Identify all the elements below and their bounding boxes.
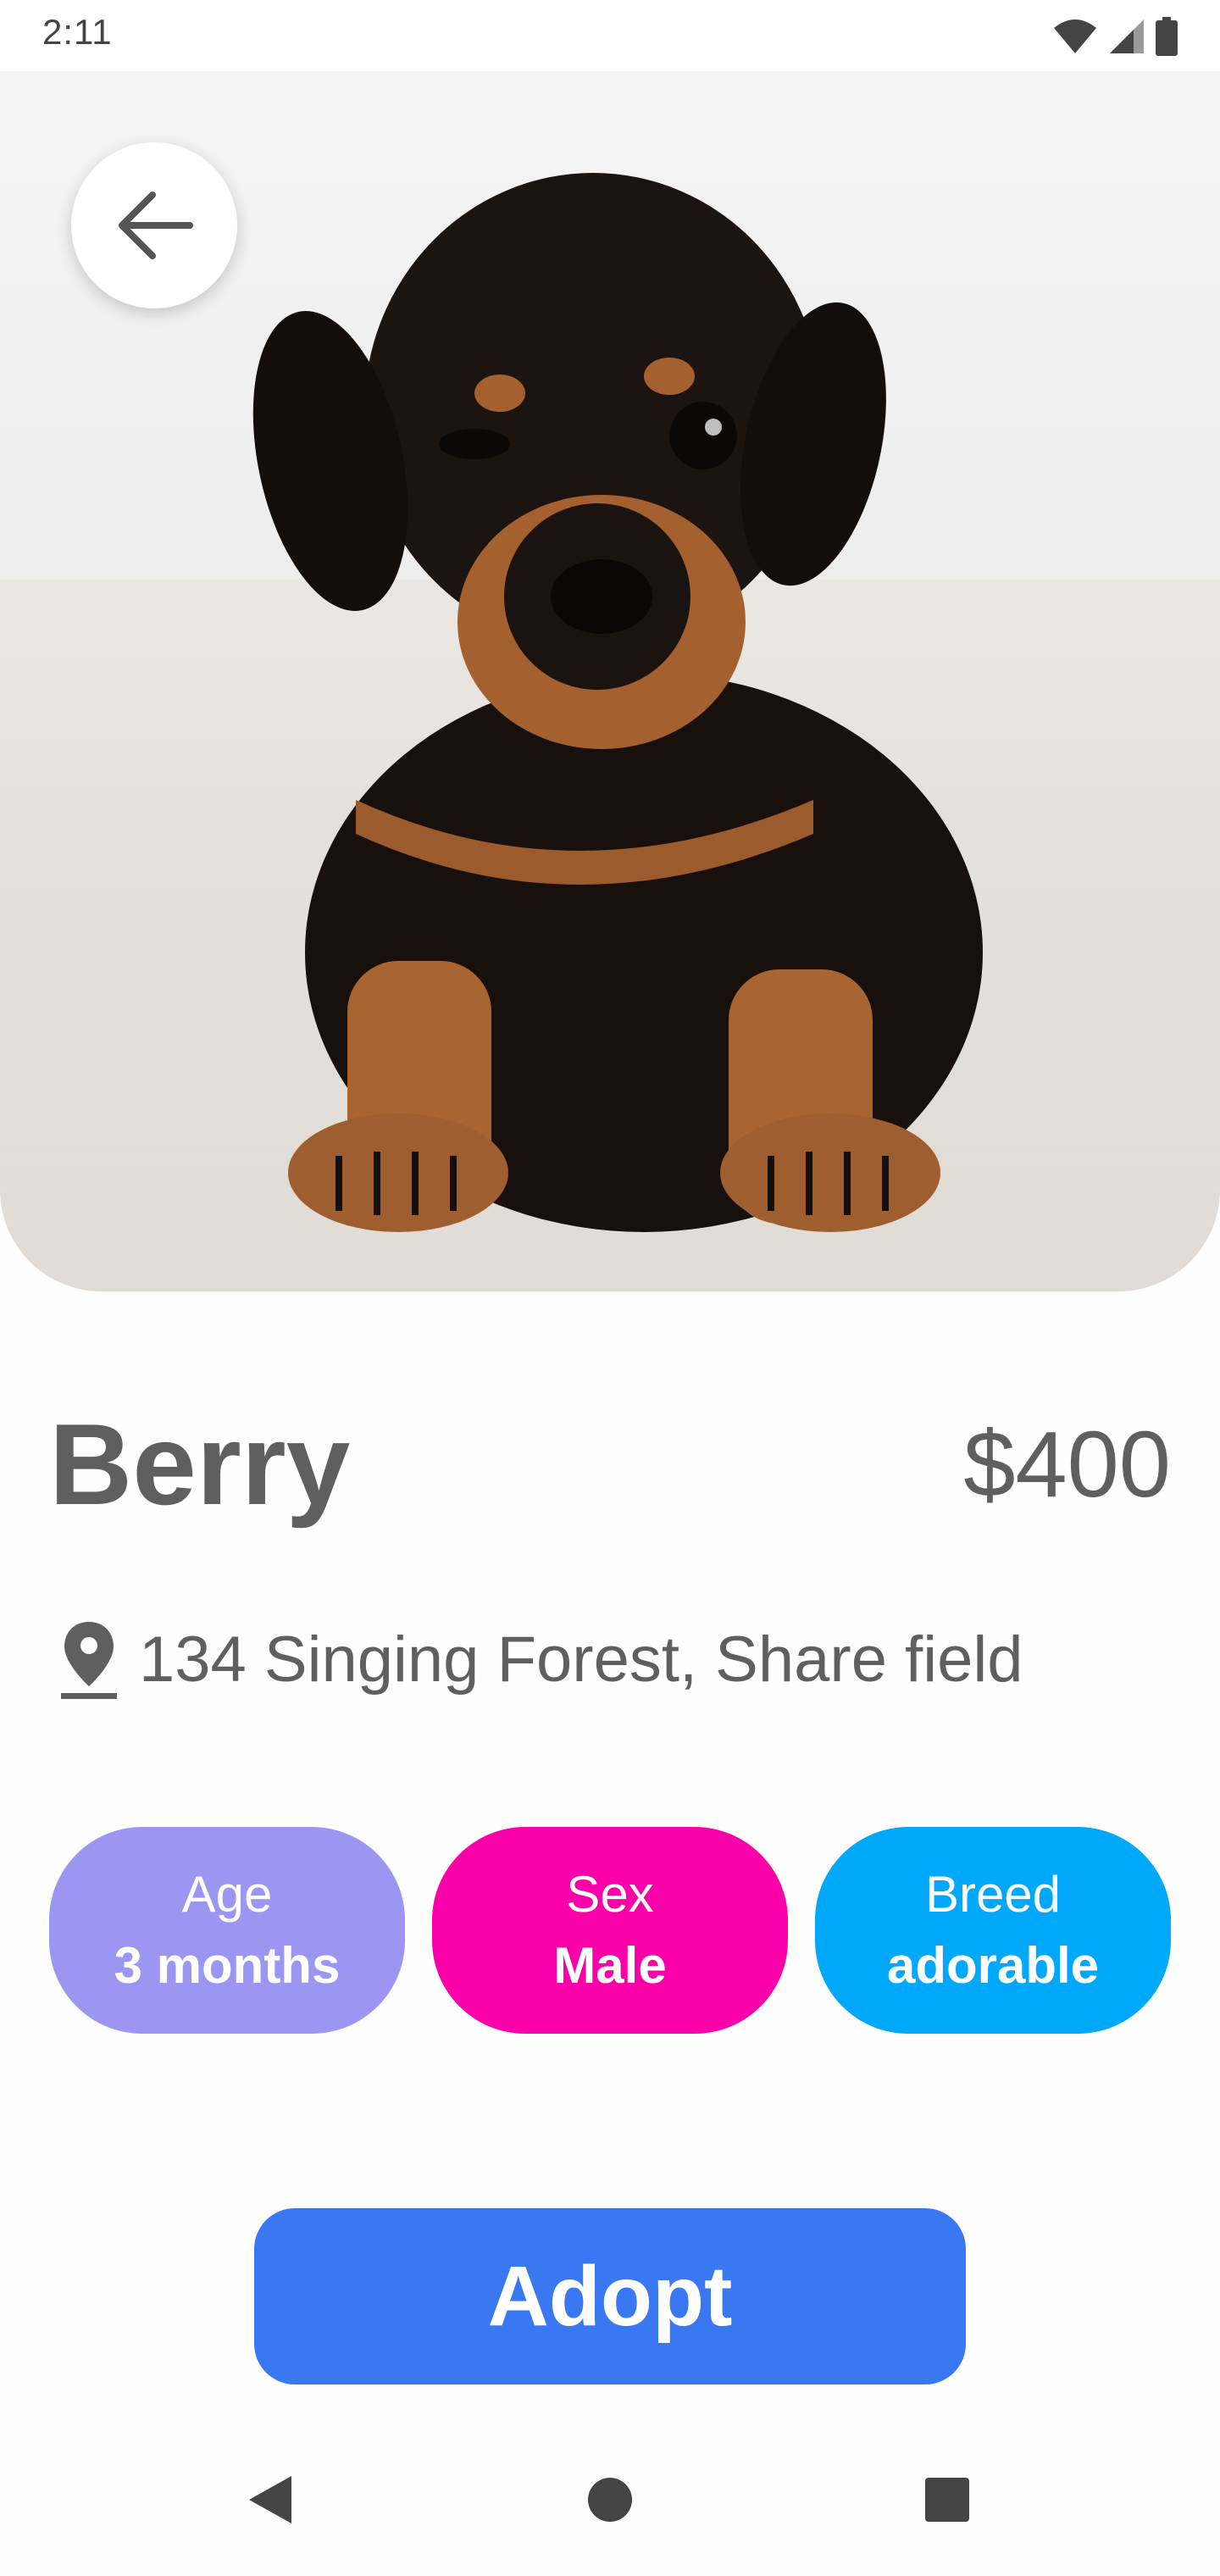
- sex-label: Sex: [566, 1866, 654, 1923]
- age-chip: Age 3 months: [49, 1827, 405, 2034]
- location-text: 134 Singing Forest, Share field: [139, 1623, 1023, 1696]
- location-pin-icon: [61, 1622, 117, 1699]
- pet-price: $400: [963, 1413, 1171, 1517]
- breed-value: adorable: [886, 1937, 1100, 1994]
- info-chips: Age 3 months Sex Male Breed adorable: [49, 1827, 1171, 2034]
- signal-icon: [1110, 19, 1144, 53]
- sex-value: Male: [553, 1937, 667, 1994]
- age-value: 3 months: [114, 1937, 341, 1994]
- back-button[interactable]: [71, 142, 237, 308]
- status-time: 2:11: [42, 12, 113, 52]
- breed-chip: Breed adorable: [815, 1827, 1171, 2034]
- breed-label: Breed: [924, 1866, 1062, 1923]
- adopt-button[interactable]: Adopt: [254, 2208, 966, 2384]
- navigation-bar: [0, 2432, 1220, 2576]
- pet-name: Berry: [49, 1400, 351, 1529]
- home-circle-icon[interactable]: [586, 2474, 634, 2525]
- arrow-left-icon: [119, 192, 193, 259]
- location-row: 134 Singing Forest, Share field: [59, 1618, 1023, 1700]
- status-icons: [1052, 17, 1178, 56]
- age-label: Age: [181, 1866, 273, 1923]
- sex-chip: Sex Male: [432, 1827, 788, 2034]
- wifi-icon: [1054, 19, 1096, 53]
- battery-icon: [1156, 17, 1178, 56]
- recents-square-icon[interactable]: [923, 2474, 971, 2525]
- status-bar: 2:11: [0, 0, 1220, 71]
- back-triangle-icon[interactable]: [246, 2474, 293, 2525]
